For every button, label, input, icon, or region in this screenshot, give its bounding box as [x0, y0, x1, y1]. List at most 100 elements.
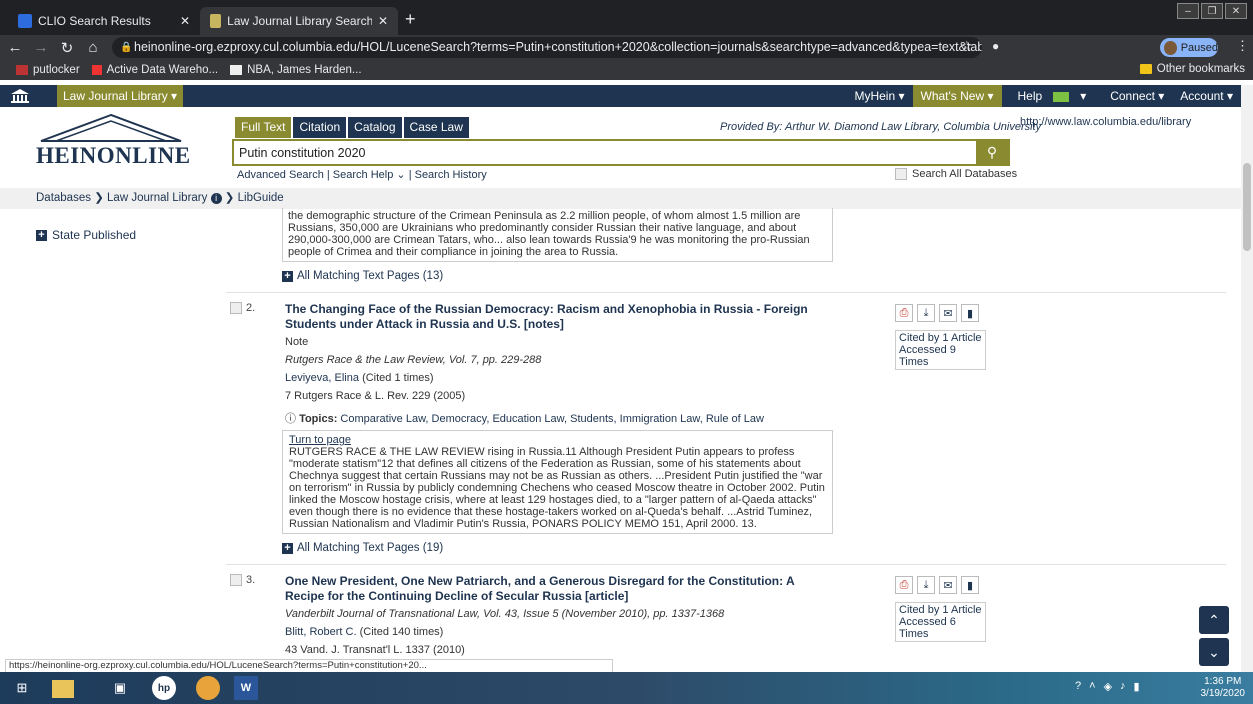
sidebar-item-state-published[interactable]: + State Published — [36, 228, 136, 242]
chevron-down-icon[interactable]: ⌄ — [396, 169, 405, 181]
windows-start-icon[interactable]: ⊞ — [10, 676, 34, 700]
tab-full-text[interactable]: Full Text — [235, 117, 292, 138]
download-icon[interactable]: ⤓ — [917, 304, 935, 322]
info-icon[interactable]: i — [210, 193, 222, 204]
signal-icon[interactable]: ▮ — [1134, 680, 1140, 693]
result-index: 3. — [246, 574, 256, 586]
snippet-text: RUTGERS RACE & THE LAW REVIEW rising in … — [289, 446, 825, 530]
breadcrumb-library[interactable]: Law Journal Library — [107, 192, 207, 204]
profile-status: Paused — [1180, 41, 1218, 54]
close-tab-icon[interactable]: ✕ — [378, 14, 388, 28]
accessed-count: Accessed 6 Times — [899, 616, 956, 640]
turn-to-page-link[interactable]: Turn to page — [289, 434, 826, 446]
help-caret: ▾ — [1080, 89, 1087, 103]
clock-time: 1:36 PM — [1204, 676, 1242, 687]
author-link[interactable]: Leviyeva, Elina — [285, 372, 359, 384]
word-icon[interactable]: W — [234, 676, 258, 700]
email-icon[interactable]: ✉ — [939, 304, 957, 322]
heinonline-logo[interactable]: HEINONLINE — [36, 113, 190, 173]
bookmark-icon[interactable]: ▮ — [961, 576, 979, 594]
whats-new-menu[interactable]: What's New ▾ — [912, 85, 1002, 107]
profile-button[interactable]: Paused — [1160, 38, 1218, 57]
bookmark-item[interactable]: Active Data Wareho... — [91, 64, 218, 76]
breadcrumb: Databases ❯ Law Journal Library i ❯ LibG… — [0, 188, 1241, 209]
window-controls: – ❐ ✕ — [1177, 3, 1247, 19]
pdf-icon[interactable]: ⎙ — [895, 304, 913, 322]
breadcrumb-libguide[interactable]: LibGuide — [238, 192, 284, 204]
close-tab-icon[interactable]: ✕ — [180, 14, 190, 28]
chevron-right-icon: ❯ — [224, 192, 238, 204]
scroll-to-top-button[interactable]: ⌃ — [1199, 606, 1229, 634]
bookmark-item[interactable]: NBA, James Harden... — [230, 64, 362, 76]
bookmark-item[interactable]: putlocker — [16, 64, 80, 76]
cited-by-link[interactable]: Cited by 1 Article — [899, 332, 982, 344]
bookmark-icon[interactable]: ▮ — [961, 304, 979, 322]
hp-icon[interactable]: hp — [152, 676, 176, 700]
tab-catalog[interactable]: Catalog — [348, 117, 402, 138]
search-all-databases[interactable]: Search All Databases — [895, 168, 1017, 180]
home-icon[interactable]: ⌂ — [82, 39, 104, 56]
taskbar-clock[interactable]: 1:36 PM 3/19/2020 — [1201, 676, 1246, 700]
help-menu[interactable]: Help ▾ — [1002, 85, 1103, 107]
search-history-link[interactable]: | Search History — [409, 169, 487, 181]
volume-icon[interactable]: ♪ — [1120, 680, 1126, 693]
file-explorer-icon[interactable] — [52, 680, 74, 698]
result-checkbox[interactable] — [230, 302, 242, 314]
email-icon[interactable]: ✉ — [939, 576, 957, 594]
url-input[interactable]: 🔒 heinonline-org.ezproxy.cul.columbia.ed… — [112, 37, 982, 58]
app-icon[interactable]: ▣ — [108, 676, 132, 700]
reload-icon[interactable]: ↻ — [56, 39, 78, 57]
connect-menu[interactable]: Connect ▾ — [1102, 85, 1172, 107]
pdf-icon[interactable]: ⎙ — [895, 576, 913, 594]
network-icon[interactable]: ◈ — [1104, 680, 1112, 693]
scroll-thumb[interactable] — [1243, 163, 1251, 251]
search-all-checkbox[interactable] — [895, 168, 907, 180]
all-matching-pages-link[interactable]: + All Matching Text Pages (19) — [282, 542, 443, 554]
library-dropdown[interactable]: Law Journal Library ▾ — [57, 85, 184, 107]
extension-icon[interactable]: ● — [992, 39, 999, 53]
home-building-icon[interactable] — [10, 88, 30, 104]
cited-by-link[interactable]: Cited by 1 Article — [899, 604, 982, 616]
clio-favicon-icon — [18, 14, 32, 28]
author-link[interactable]: Blitt, Robert C. — [285, 626, 357, 638]
result-title-link[interactable]: The Changing Face of the Russian Democra… — [285, 302, 825, 332]
avatar — [1164, 40, 1177, 55]
myhein-menu[interactable]: MyHein ▾ — [846, 85, 912, 107]
result-title-link[interactable]: One New President, One New Patriarch, an… — [285, 574, 825, 604]
tab-clio[interactable]: CLIO Search Results ✕ — [8, 7, 200, 35]
help-tray-icon[interactable]: ? — [1075, 680, 1081, 693]
advanced-search-link[interactable]: Advanced Search | Search Help — [237, 169, 393, 181]
new-tab-icon[interactable]: + — [405, 9, 416, 30]
minimize-icon[interactable]: – — [1177, 3, 1199, 19]
breadcrumb-databases[interactable]: Databases — [36, 192, 91, 204]
scroll-down-button[interactable]: ⌄ — [1199, 638, 1229, 666]
all-matching-pages-link[interactable]: + All Matching Text Pages (13) — [282, 270, 443, 282]
chrome-icon[interactable] — [196, 676, 220, 700]
result-checkbox[interactable] — [230, 574, 242, 586]
bookmark-star-icon[interactable]: ☆ — [961, 38, 973, 54]
topics-links[interactable]: Comparative Law, Democracy, Education La… — [340, 413, 764, 425]
help-circle-icon[interactable]: ⓘ — [285, 413, 296, 425]
restore-icon[interactable]: ❐ — [1201, 3, 1223, 19]
chevron-up-icon[interactable]: ˄ — [1089, 680, 1095, 693]
account-menu[interactable]: Account ▾ — [1172, 85, 1241, 107]
close-window-icon[interactable]: ✕ — [1225, 3, 1247, 19]
search-icon[interactable]: ⚲ — [976, 141, 1008, 164]
divider — [226, 564, 1226, 565]
page-scrollbar[interactable] — [1241, 85, 1253, 672]
tab-case-law[interactable]: Case Law — [403, 117, 469, 138]
logo-roof-icon — [40, 113, 182, 142]
download-icon[interactable]: ⤓ — [917, 576, 935, 594]
library-url-link[interactable]: http://www.law.columbia.edu/library — [1020, 116, 1191, 128]
chat-icon — [1053, 91, 1070, 102]
forward-icon[interactable]: → — [30, 39, 52, 56]
back-icon[interactable]: ← — [4, 39, 26, 56]
menu-icon[interactable]: ⋮ — [1236, 38, 1249, 54]
tab-hein[interactable]: Law Journal Library Search - Hein ✕ — [200, 7, 398, 35]
other-bookmarks[interactable]: Other bookmarks — [1139, 63, 1245, 75]
tab-citation[interactable]: Citation — [293, 117, 347, 138]
search-input[interactable] — [234, 141, 976, 164]
citation-stats: Cited by 1 Article Accessed 6 Times — [895, 602, 986, 642]
search-links: Advanced Search | Search Help ⌄ | Search… — [237, 168, 487, 181]
browser-tab-bar: CLIO Search Results ✕ Law Journal Librar… — [0, 0, 1253, 35]
